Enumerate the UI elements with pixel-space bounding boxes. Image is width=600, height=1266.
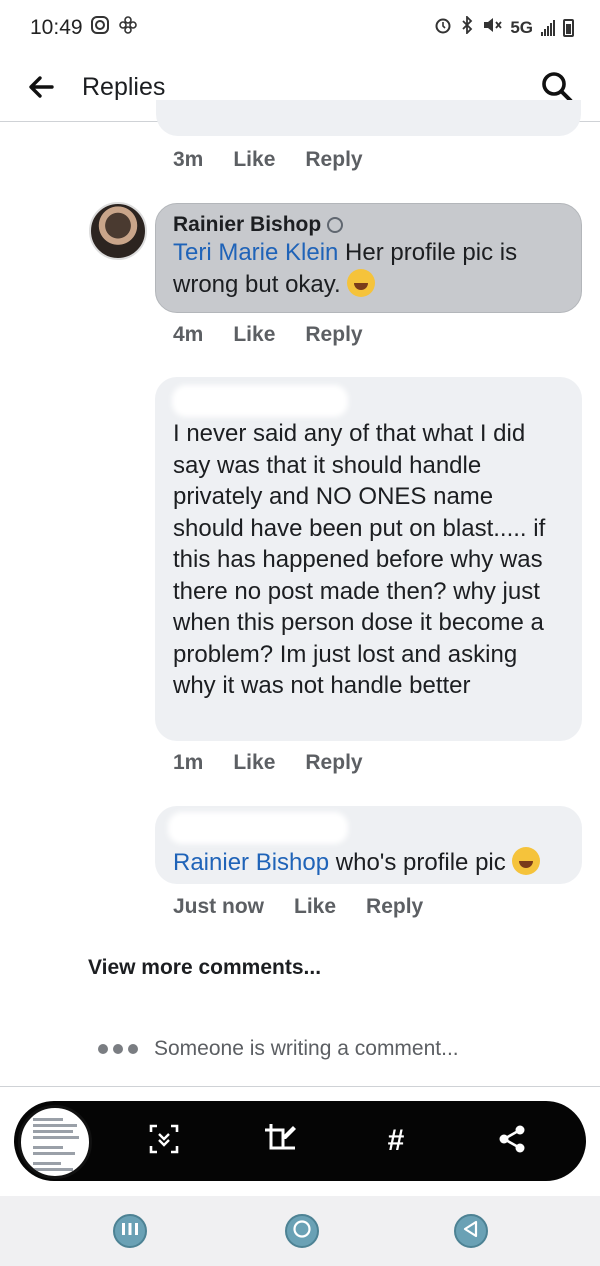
mute-icon — [482, 16, 503, 39]
screenshot-thumbnail[interactable] — [18, 1105, 92, 1179]
comment-time: 4m — [173, 323, 204, 346]
mention-link[interactable]: Teri Marie Klein — [173, 239, 338, 266]
divider — [0, 1086, 600, 1087]
signal-icon — [541, 19, 555, 36]
hashtag-button[interactable]: # — [376, 1121, 416, 1161]
comment-bubble[interactable]: I never said any of that what I did say … — [155, 377, 582, 741]
crop-edit-icon — [263, 1122, 297, 1161]
redacted-author — [168, 812, 348, 844]
comment-time: Just now — [173, 895, 265, 918]
comment-text: I never said any of that what I did say … — [173, 420, 546, 699]
bluetooth-icon — [460, 14, 474, 39]
share-icon — [497, 1124, 527, 1159]
hashtag-icon: # — [387, 1124, 405, 1157]
search-icon[interactable] — [540, 70, 574, 104]
laughing-emoji-icon — [347, 268, 376, 297]
comment-meta: 1m Like Reply — [173, 751, 363, 775]
avatar[interactable] — [89, 202, 147, 260]
screenshot-toolbar: # — [14, 1101, 586, 1181]
comment-meta: Just now Like Reply — [173, 895, 423, 919]
comment-text: Rainier Bishop who's profile pic — [173, 847, 566, 879]
instagram-icon — [90, 15, 110, 41]
alarm-icon — [434, 16, 452, 39]
back-arrow-icon[interactable] — [26, 72, 56, 102]
thinking-emoji-icon — [512, 847, 541, 875]
redacted-author — [172, 385, 348, 417]
comment-meta: 4m Like Reply — [173, 323, 363, 347]
comment-author[interactable]: Rainier Bishop — [173, 213, 565, 237]
crop-edit-button[interactable] — [260, 1121, 300, 1161]
comment-time: 1m — [173, 751, 204, 774]
status-bar: 10:49 5G — [0, 0, 600, 58]
mention-link[interactable]: Rainier Bishop — [173, 849, 329, 876]
back-triangle-icon — [462, 1220, 480, 1243]
like-button[interactable]: Like — [294, 895, 336, 919]
system-nav-bar — [0, 1196, 600, 1266]
typing-text: Someone is writing a comment... — [154, 1037, 459, 1060]
comment-text: Teri Marie Klein Her profile pic is wron… — [173, 239, 518, 298]
battery-icon — [563, 18, 574, 37]
reply-button[interactable]: Reply — [305, 148, 362, 172]
like-button[interactable]: Like — [233, 751, 275, 775]
comment-time: 3m — [173, 148, 204, 171]
scroll-capture-button[interactable] — [144, 1121, 184, 1161]
reply-button[interactable]: Reply — [305, 751, 362, 775]
view-more-comments-link[interactable]: View more comments... — [88, 956, 321, 980]
back-button[interactable] — [454, 1214, 488, 1248]
status-time: 10:49 — [30, 16, 83, 39]
home-icon — [292, 1219, 312, 1244]
comment-bubble — [156, 100, 581, 136]
recent-apps-icon — [121, 1221, 139, 1242]
like-button[interactable]: Like — [233, 323, 275, 347]
typing-dots-icon — [98, 1044, 138, 1054]
home-button[interactable] — [285, 1214, 319, 1248]
reply-button[interactable]: Reply — [305, 323, 362, 347]
recent-apps-button[interactable] — [113, 1214, 147, 1248]
comment-meta: 3m Like Reply — [173, 148, 363, 172]
page-title: Replies — [82, 73, 166, 101]
reply-button[interactable]: Reply — [366, 895, 423, 919]
like-button[interactable]: Like — [233, 148, 275, 172]
typing-indicator: Someone is writing a comment... — [98, 1037, 459, 1061]
pinwheel-icon — [118, 15, 138, 41]
share-button[interactable] — [492, 1121, 532, 1161]
verified-badge-icon — [327, 217, 344, 233]
network-label: 5G — [510, 17, 533, 37]
scroll-capture-icon — [148, 1123, 180, 1160]
comment-bubble[interactable]: Rainier Bishop Teri Marie Klein Her prof… — [155, 203, 582, 313]
